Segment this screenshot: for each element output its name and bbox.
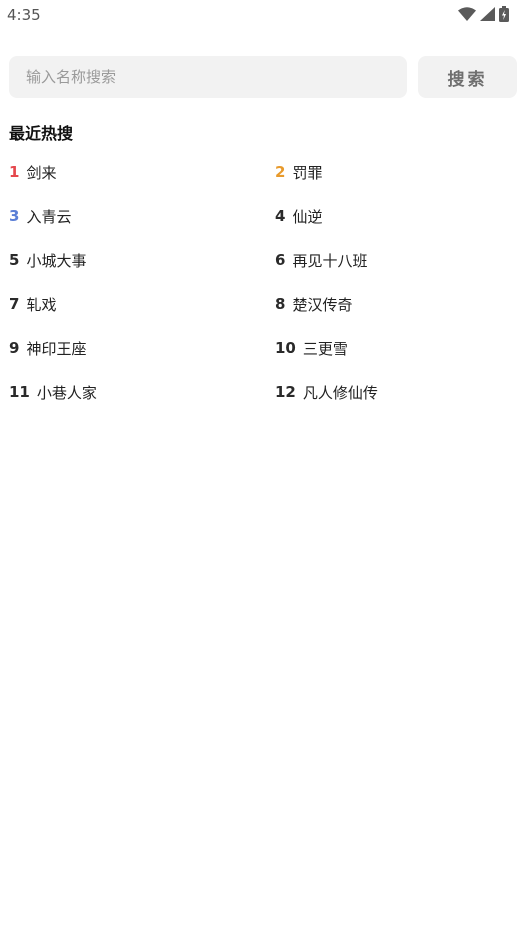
battery-charging-icon [499,6,509,22]
hot-search-item[interactable]: 4 仙逆 [275,194,519,238]
hot-search-item[interactable]: 9 神印王座 [9,326,275,370]
hot-search-item[interactable]: 3 入青云 [9,194,275,238]
recent-hot-searches-title: 最近热搜 [9,124,74,143]
search-button[interactable]: 搜索 [418,56,517,98]
hot-search-rank: 1 [9,163,20,181]
hot-search-name: 小城大事 [26,251,87,270]
search-input[interactable] [9,56,407,98]
status-icons [458,6,509,22]
hot-search-name: 入青云 [26,207,72,226]
hot-search-rank: 4 [275,207,286,225]
hot-search-list: 1 剑来 2 罚罪 3 入青云 4 仙逆 5 小城大事 6 再见十八班 7 轧戏 8 楚汉传奇 9 神印王座 10 三… [9,150,519,414]
hot-search-rank: 5 [9,251,20,269]
hot-search-item[interactable]: 12 凡人修仙传 [275,370,519,414]
hot-search-item[interactable]: 1 剑来 [9,150,275,194]
hot-search-item[interactable]: 10 三更雪 [275,326,519,370]
hot-search-item[interactable]: 8 楚汉传奇 [275,282,519,326]
hot-search-rank: 6 [275,251,286,269]
wifi-icon [458,7,476,21]
hot-search-name: 神印王座 [26,339,87,358]
hot-search-name: 三更雪 [302,339,348,358]
status-time: 4:35 [7,6,41,24]
hot-search-item[interactable]: 11 小巷人家 [9,370,275,414]
hot-search-name: 轧戏 [26,295,57,314]
hot-search-name: 再见十八班 [292,251,368,270]
hot-search-item[interactable]: 2 罚罪 [275,150,519,194]
status-bar: 4:35 [0,0,529,30]
hot-search-name: 楚汉传奇 [292,295,353,314]
hot-search-name: 仙逆 [292,207,323,226]
hot-search-item[interactable]: 7 轧戏 [9,282,275,326]
hot-search-rank: 7 [9,295,20,313]
hot-search-name: 小巷人家 [36,383,97,402]
search-bar: 搜索 [9,56,517,98]
hot-search-rank: 3 [9,207,20,225]
hot-search-rank: 10 [275,339,296,357]
hot-search-rank: 9 [9,339,20,357]
cell-signal-icon [480,7,495,21]
hot-search-rank: 8 [275,295,286,313]
hot-search-item[interactable]: 5 小城大事 [9,238,275,282]
hot-search-name: 罚罪 [292,163,323,182]
hot-search-rank: 11 [9,383,30,401]
hot-search-rank: 2 [275,163,286,181]
hot-search-item[interactable]: 6 再见十八班 [275,238,519,282]
hot-search-name: 剑来 [26,163,57,182]
hot-search-rank: 12 [275,383,296,401]
hot-search-name: 凡人修仙传 [302,383,378,402]
